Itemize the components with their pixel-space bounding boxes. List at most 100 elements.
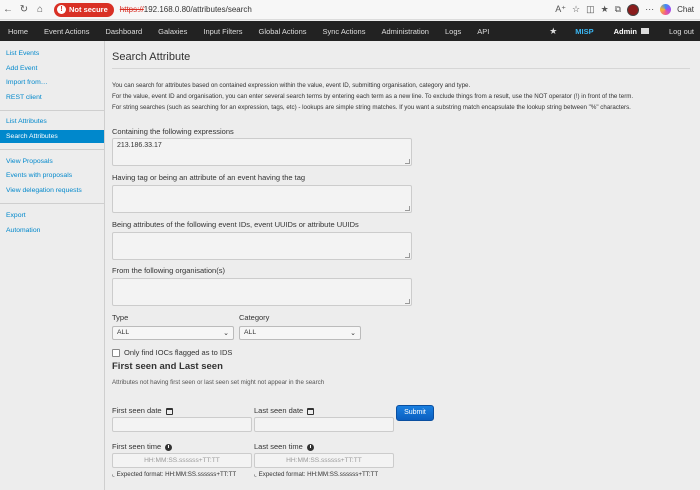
- type-label: Type: [112, 313, 129, 322]
- nav-home[interactable]: Home: [0, 27, 36, 36]
- sidebar-item-add-event[interactable]: Add Event: [6, 65, 37, 72]
- sidebar-divider: [0, 203, 104, 204]
- ids-only-checkbox[interactable]: [112, 349, 120, 357]
- sidebar-divider: [0, 149, 104, 150]
- last-seen-time-input[interactable]: HH:MM:SS.ssssss+TT:TT: [254, 453, 394, 468]
- nav-event-actions[interactable]: Event Actions: [36, 27, 97, 36]
- sidebar-item-automation[interactable]: Automation: [6, 227, 40, 234]
- description-line-2: For the value, event ID and organisation…: [112, 93, 634, 100]
- sidebar-item-view-proposals[interactable]: View Proposals: [6, 158, 53, 165]
- warning-icon: !: [57, 5, 66, 14]
- last-seen-time-label: Last seen time: [254, 442, 314, 451]
- page-title: Search Attribute: [112, 51, 191, 63]
- sidebar-item-search-attributes[interactable]: Search Attributes: [0, 130, 104, 143]
- ids-only-label[interactable]: Only find IOCs flagged as to IDS: [124, 348, 232, 357]
- resize-grip-icon[interactable]: [405, 299, 410, 304]
- chevron-down-icon: ⌄: [350, 330, 356, 337]
- event-ids-label: Being attributes of the following event …: [112, 220, 359, 229]
- first-seen-expected-format: ⌞ Expected format: HH:MM:SS.ssssss+TT:TT: [112, 471, 237, 478]
- last-seen-time-text: Last seen time: [254, 442, 303, 451]
- category-select-value: ALL: [244, 329, 257, 336]
- first-seen-time-input[interactable]: HH:MM:SS.ssssss+TT:TT: [112, 453, 252, 468]
- sidebar-item-delegation-requests[interactable]: View delegation requests: [6, 187, 82, 194]
- last-seen-expected-format: ⌞ Expected format: HH:MM:SS.ssssss+TT:TT: [254, 471, 379, 478]
- first-seen-date-text: First seen date: [112, 406, 162, 415]
- logout-link[interactable]: Log out: [659, 27, 700, 36]
- tag-textarea[interactable]: [112, 185, 412, 213]
- chat-label[interactable]: Chat: [677, 5, 694, 14]
- favorite-star-icon[interactable]: ☆: [572, 4, 580, 15]
- user-name[interactable]: Admin: [604, 27, 641, 36]
- clock-icon: [306, 443, 314, 451]
- description-line-3: For string searches (such as searching f…: [112, 104, 631, 111]
- submit-button[interactable]: Submit: [396, 405, 434, 421]
- sidebar-item-rest-client[interactable]: REST client: [6, 94, 42, 101]
- nav-api[interactable]: API: [469, 27, 497, 36]
- category-label: Category: [239, 313, 270, 322]
- tag-label: Having tag or being an attribute of an e…: [112, 173, 306, 182]
- title-divider: [112, 68, 690, 69]
- seen-note: Attributes not having first seen or last…: [112, 379, 325, 386]
- profile-avatar[interactable]: [627, 3, 640, 16]
- url-path: 192.168.0.80/attributes/search: [143, 5, 252, 14]
- top-navbar: Home Event Actions Dashboard Galaxies In…: [0, 21, 700, 41]
- organisation-label: From the following organisation(s): [112, 266, 225, 275]
- first-seen-expected-text: Expected format: HH:MM:SS.ssssss+TT:TT: [116, 471, 237, 478]
- url-scheme: https://: [119, 5, 144, 14]
- nav-administration[interactable]: Administration: [373, 27, 437, 36]
- resize-grip-icon[interactable]: [405, 159, 410, 164]
- sidebar-item-export[interactable]: Export: [6, 212, 26, 219]
- main-content: Search Attribute You can search for attr…: [112, 41, 692, 490]
- sidebar-item-events-with-proposals[interactable]: Events with proposals: [6, 172, 72, 179]
- seen-section-title: First seen and Last seen: [112, 361, 223, 372]
- more-options-icon[interactable]: ⋯: [645, 4, 654, 15]
- nav-galaxies[interactable]: Galaxies: [150, 27, 195, 36]
- calendar-icon: [165, 407, 173, 415]
- sidebar-divider: [0, 110, 104, 111]
- last-seen-date-text: Last seen date: [254, 406, 304, 415]
- first-seen-time-text: First seen time: [112, 442, 162, 451]
- nav-global-actions[interactable]: Global Actions: [251, 27, 315, 36]
- organisation-textarea[interactable]: [112, 278, 412, 306]
- expressions-value: 213.186.33.17: [117, 142, 162, 149]
- reload-icon[interactable]: ↻: [16, 2, 32, 18]
- home-icon[interactable]: ⌂: [32, 2, 48, 18]
- nav-logs[interactable]: Logs: [437, 27, 469, 36]
- expressions-label: Containing the following expressions: [112, 127, 234, 136]
- copilot-icon[interactable]: [660, 4, 672, 15]
- nav-sync-actions[interactable]: Sync Actions: [315, 27, 374, 36]
- sidebar-item-list-attributes[interactable]: List Attributes: [6, 118, 47, 125]
- collections-icon[interactable]: ⧉: [615, 4, 621, 15]
- split-screen-icon[interactable]: ◫: [586, 4, 595, 15]
- sidebar-item-list-events[interactable]: List Events: [6, 50, 39, 57]
- favourite-star-icon[interactable]: ★: [541, 26, 565, 37]
- last-seen-date-label: Last seen date: [254, 406, 315, 415]
- nav-input-filters[interactable]: Input Filters: [195, 27, 250, 36]
- sidebar: List Events Add Event Import from… REST …: [0, 41, 105, 490]
- mail-icon[interactable]: [640, 28, 649, 34]
- clock-icon: [165, 443, 173, 451]
- last-seen-expected-text: Expected format: HH:MM:SS.ssssss+TT:TT: [258, 471, 379, 478]
- last-seen-date-input[interactable]: [254, 417, 394, 432]
- description-line-1: You can search for attributes based on c…: [112, 82, 471, 89]
- address-bar[interactable]: https://192.168.0.80/attributes/search: [120, 5, 252, 14]
- back-icon[interactable]: ←: [0, 2, 16, 18]
- browser-toolbar: ← ↻ ⌂ ! Not secure https://192.168.0.80/…: [0, 0, 700, 20]
- resize-grip-icon[interactable]: [405, 206, 410, 211]
- expressions-textarea[interactable]: 213.186.33.17: [112, 138, 412, 166]
- misp-brand-link[interactable]: MISP: [565, 27, 603, 36]
- not-secure-label: Not secure: [69, 5, 108, 14]
- event-ids-textarea[interactable]: [112, 232, 412, 260]
- first-seen-date-label: First seen date: [112, 406, 173, 415]
- category-select[interactable]: ALL ⌄: [239, 326, 361, 340]
- nav-dashboard[interactable]: Dashboard: [97, 27, 150, 36]
- first-seen-date-input[interactable]: [112, 417, 252, 432]
- resize-grip-icon[interactable]: [405, 253, 410, 258]
- sidebar-item-import-from[interactable]: Import from…: [6, 79, 48, 86]
- favorites-icon[interactable]: ★: [601, 4, 609, 15]
- first-seen-time-label: First seen time: [112, 442, 173, 451]
- type-select[interactable]: ALL ⌄: [112, 326, 234, 340]
- not-secure-badge[interactable]: ! Not secure: [54, 2, 114, 17]
- read-aloud-icon[interactable]: A⁺: [555, 4, 566, 15]
- type-select-value: ALL: [117, 329, 130, 336]
